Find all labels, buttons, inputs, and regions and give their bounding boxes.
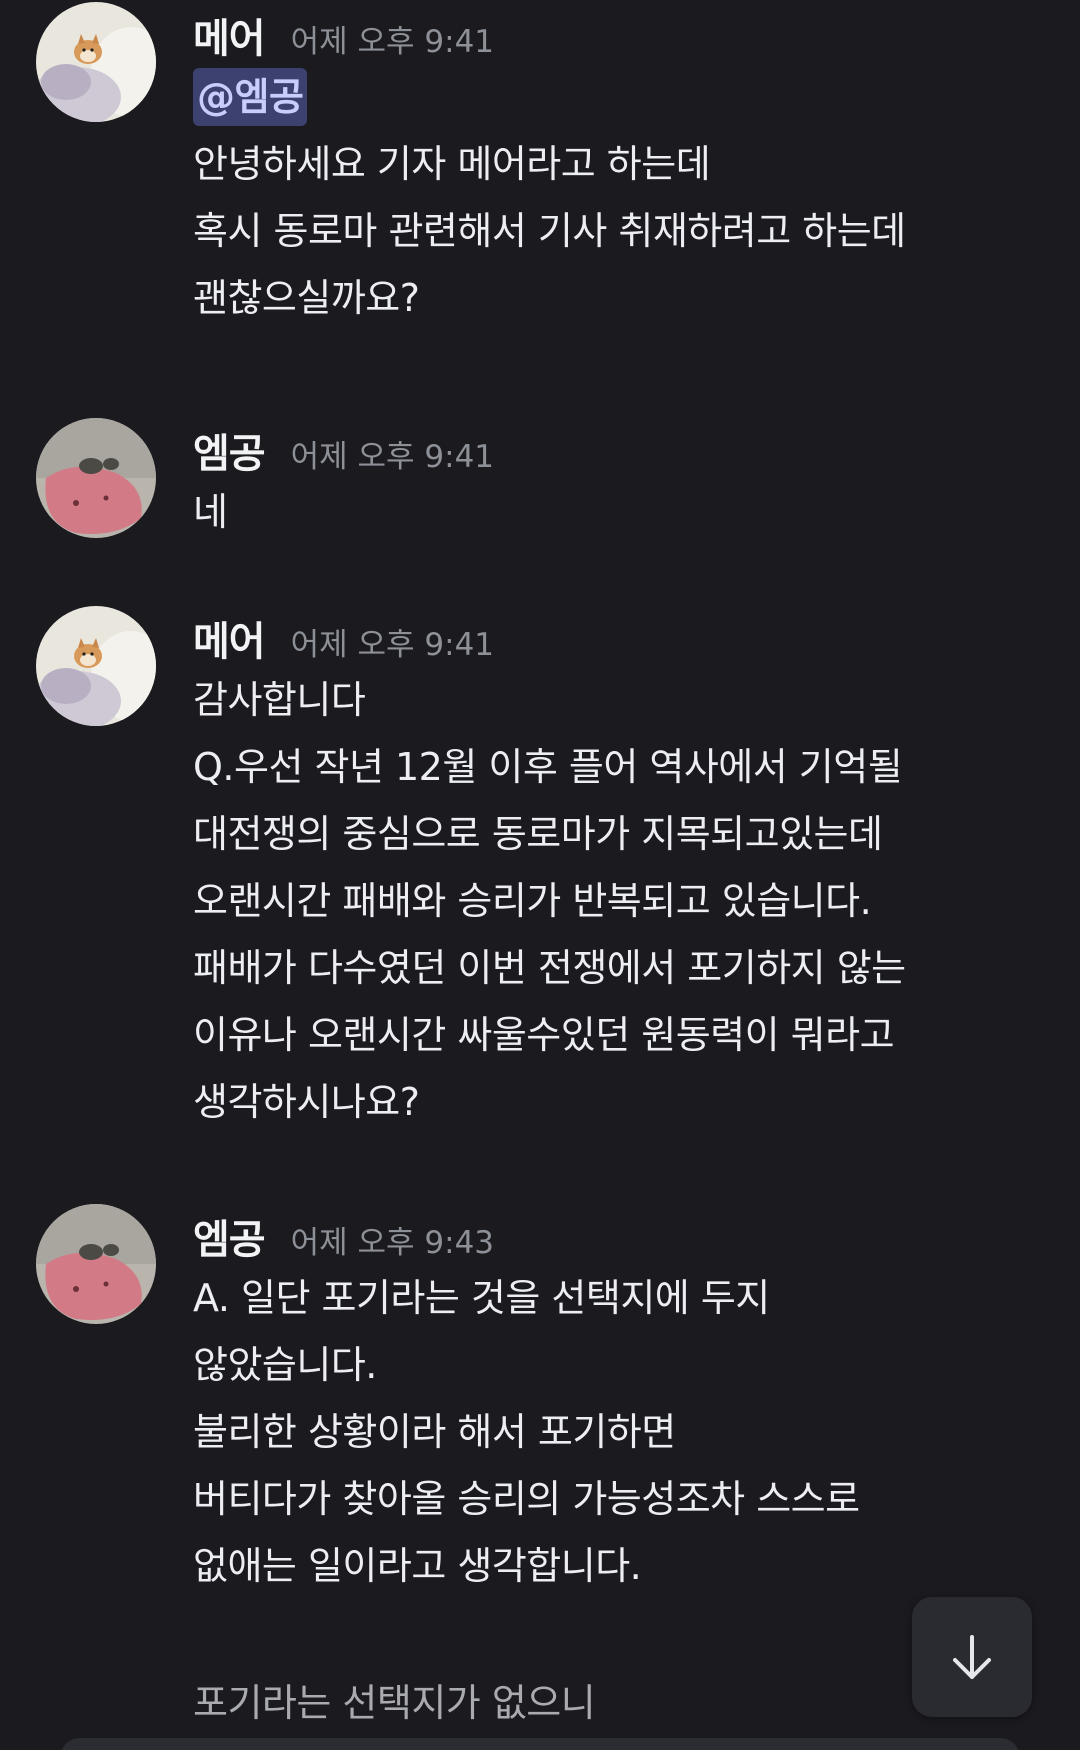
message-text: 패배가 다수였던 이번 전쟁에서 포기하지 않는 — [193, 946, 906, 990]
timestamp: 어제 오후 9:41 — [290, 24, 495, 60]
chat-message-list[interactable]: 메어 어제 오후 9:41 @엠공 안녕하세요 기자 메어라고 하는데 혹시 동… — [0, 0, 1080, 1750]
avatar[interactable] — [36, 1204, 156, 1324]
username[interactable]: 메어 — [193, 6, 266, 64]
username[interactable]: 엠공 — [193, 421, 266, 479]
message-text: 괜찮으실까요? — [193, 276, 420, 320]
message-text: 이유나 오랜시간 싸울수있던 원동력이 뭐라고 — [193, 1013, 895, 1057]
timestamp: 어제 오후 9:41 — [290, 439, 495, 475]
user-mention[interactable]: @엠공 — [193, 68, 308, 126]
shiba-dog-avatar — [36, 606, 156, 726]
message-text: 포기라는 선택지가 없으니 — [193, 1681, 596, 1725]
pink-character-avatar — [36, 1204, 156, 1324]
message-content: 감사합니다 Q.우선 작년 12월 이후 플어 역사에서 기억될 대전쟁의 중심… — [193, 667, 1053, 1136]
message-text: A. 일단 포기라는 것을 선택지에 두지 — [193, 1276, 770, 1320]
message-text: 없애는 일이라고 생각합니다. — [193, 1544, 642, 1588]
avatar[interactable] — [36, 418, 156, 538]
avatar[interactable] — [36, 606, 156, 726]
timestamp: 어제 오후 9:41 — [290, 627, 495, 663]
message-text: 네 — [193, 490, 228, 534]
mention-line: @엠공 — [193, 64, 1053, 131]
message-content: 네 — [193, 479, 1053, 546]
message-text: 불리한 상황이라 해서 포기하면 — [193, 1410, 676, 1454]
username[interactable]: 엠공 — [193, 1207, 266, 1265]
message-text: Q.우선 작년 12월 이후 플어 역사에서 기억될 — [193, 745, 903, 789]
message-header: 엠공 어제 오후 9:41 — [193, 421, 494, 481]
message-text: 버티다가 찾아올 승리의 가능성조차 스스로 — [193, 1477, 860, 1521]
message-text: 생각하시나요? — [193, 1080, 420, 1124]
message-text: 안녕하세요 기자 메어라고 하는데 — [193, 142, 711, 186]
username[interactable]: 메어 — [193, 609, 266, 667]
arrow-down-icon — [953, 1635, 991, 1679]
message-content: @엠공 안녕하세요 기자 메어라고 하는데 혹시 동로마 관련해서 기사 취재하… — [193, 64, 1053, 332]
message-header: 엠공 어제 오후 9:43 — [193, 1207, 494, 1267]
avatar[interactable] — [36, 2, 156, 122]
message-content: A. 일단 포기라는 것을 선택지에 두지 않았습니다. 불리한 상황이라 해서… — [193, 1265, 1053, 1600]
timestamp: 어제 오후 9:43 — [290, 1225, 495, 1261]
message-text: 감사합니다 — [193, 678, 366, 722]
pink-character-avatar — [36, 418, 156, 538]
message-text: 혹시 동로마 관련해서 기사 취재하려고 하는데 — [193, 209, 906, 253]
shiba-dog-avatar — [36, 2, 156, 122]
message-text: 않았습니다. — [193, 1343, 377, 1387]
message-header: 메어 어제 오후 9:41 — [193, 609, 494, 669]
message-input-bar[interactable] — [60, 1738, 1020, 1750]
message-text: 오랜시간 패배와 승리가 반복되고 있습니다. — [193, 879, 872, 923]
message-text: 대전쟁의 중심으로 동로마가 지목되고있는데 — [193, 812, 883, 856]
jump-to-bottom-button[interactable] — [912, 1597, 1032, 1717]
message-header: 메어 어제 오후 9:41 — [193, 6, 494, 66]
